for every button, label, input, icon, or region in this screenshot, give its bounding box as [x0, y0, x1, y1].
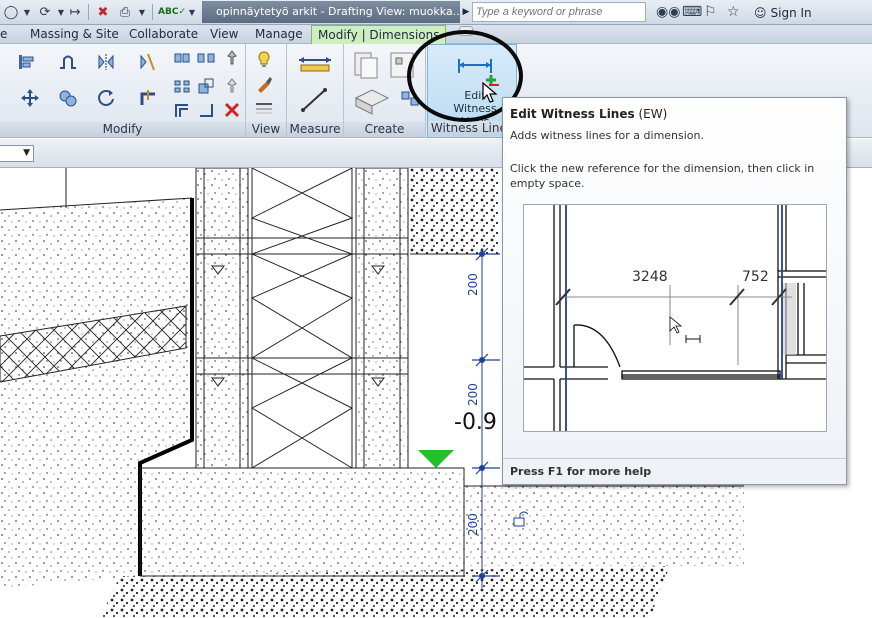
toolbar-separator: [88, 4, 89, 20]
trim-single-icon[interactable]: [196, 100, 216, 120]
edit-witness-lines-icon: [438, 49, 512, 89]
elevation-marker-icon[interactable]: [418, 450, 454, 468]
gravel-fill-top: [410, 168, 500, 254]
type-selector-dropdown[interactable]: ▼: [0, 145, 34, 162]
communication-center-icon[interactable]: ⚐: [704, 3, 717, 21]
view-panel-label: View: [246, 122, 286, 137]
mirror-draw-axis-icon[interactable]: [138, 52, 158, 72]
split-element-icon[interactable]: [172, 48, 192, 68]
trim-extend-icon[interactable]: [138, 88, 158, 108]
preview-dimension-label: 752: [742, 269, 769, 285]
tooltip-divider: [503, 458, 846, 459]
create-panel: Create: [344, 44, 426, 138]
document-title: opinnäytetyö arkit - Drafting View: muok…: [202, 1, 460, 23]
redo-dropdown-icon[interactable]: ▼: [56, 3, 66, 21]
create-parts-icon[interactable]: [352, 84, 392, 116]
tooltip-preview-image: 3248 752: [523, 204, 827, 432]
align-icon[interactable]: [16, 52, 36, 72]
tab-collaborate[interactable]: Collaborate: [129, 25, 198, 44]
undo-dropdown-icon[interactable]: ▼: [22, 3, 32, 21]
modify-panel-label: Modify: [0, 122, 245, 137]
modify-panel: Modify: [0, 44, 246, 138]
ribbon-tab-bar: e Massing & Site Collaborate View Manage…: [0, 25, 872, 45]
tooltip-shortcut: (EW): [638, 107, 668, 121]
tooltip-title: Edit Witness Lines (EW): [510, 107, 667, 121]
create-assembly-icon[interactable]: [400, 88, 420, 108]
preview-drawing: [524, 205, 826, 431]
toolbar-separator: [152, 4, 153, 20]
tooltip-hint: Click the new reference for the dimensio…: [510, 162, 815, 190]
print-dropdown-icon[interactable]: ▼: [137, 3, 147, 21]
sign-in-label: Sign In: [770, 6, 812, 20]
user-icon: ☺: [754, 6, 767, 20]
dimension-text[interactable]: 200: [466, 513, 480, 536]
undo-icon[interactable]: ◯: [2, 3, 20, 21]
edit-witness-lines-button[interactable]: Edit Witness Lines: [438, 49, 512, 128]
paint-brush-icon[interactable]: [254, 74, 274, 94]
preview-dimension-label: 3248: [632, 269, 668, 285]
customize-quick-access-icon[interactable]: ▼: [187, 3, 197, 21]
favorites-star-icon[interactable]: ☆: [727, 3, 740, 21]
preview-cursor-icon: [669, 316, 683, 334]
array-icon[interactable]: [172, 76, 192, 96]
create-panel-label: Create: [344, 122, 425, 137]
sign-in-button[interactable]: ☺ Sign In: [754, 4, 812, 22]
delete-icon[interactable]: [222, 100, 242, 120]
title-overflow-arrow-icon[interactable]: ▶: [461, 4, 471, 20]
measure-panel-label: Measure: [287, 122, 343, 137]
rotate-icon[interactable]: [96, 88, 116, 108]
mouse-cursor-icon: [482, 82, 498, 104]
revit-window: ◯ ▼ ⟳ ▼ ↦ ✖ ⎙ ▼ ABC✓ ▼ opinnäytetyö arki…: [0, 0, 872, 618]
create-group-icon[interactable]: [388, 50, 416, 80]
scale-icon[interactable]: [196, 76, 216, 96]
split-with-gap-icon[interactable]: [196, 48, 216, 68]
slab-fill: [464, 486, 744, 566]
title-bar: ◯ ▼ ⟳ ▼ ↦ ✖ ⎙ ▼ ABC✓ ▼ opinnäytetyö arki…: [0, 0, 872, 25]
move-icon[interactable]: [20, 88, 40, 108]
tab-manage[interactable]: Manage: [255, 25, 303, 44]
pin-icon[interactable]: [222, 48, 242, 68]
tab-annotate[interactable]: e: [0, 25, 7, 44]
mirror-pick-axis-icon[interactable]: [96, 52, 116, 72]
binoculars-search-icon[interactable]: ◉◉: [656, 3, 680, 21]
subscription-center-icon[interactable]: ⌨: [682, 3, 702, 21]
close-inactive-views-icon[interactable]: ✖: [94, 3, 112, 21]
dimension-text[interactable]: 200: [466, 383, 480, 406]
dimension-text[interactable]: 200: [466, 273, 480, 296]
edit-witness-lines-label-1: Edit: [464, 89, 486, 102]
offset-icon[interactable]: [58, 52, 78, 72]
measure-between-references-icon[interactable]: [297, 54, 333, 74]
aligned-dimension-icon[interactable]: [299, 86, 329, 114]
tab-massing-site[interactable]: Massing & Site: [30, 25, 119, 44]
concrete-footing: [139, 467, 465, 577]
create-similar-icon[interactable]: [352, 50, 380, 80]
linework-icon[interactable]: [254, 98, 274, 118]
spelling-check-icon[interactable]: ABC✓: [158, 3, 186, 21]
trim-multiple-icon[interactable]: [172, 100, 192, 120]
tooltip-description: Adds witness lines for a dimension.: [510, 129, 705, 142]
truss-web: [250, 168, 354, 469]
tooltip-help-text: Press F1 for more help: [510, 465, 652, 478]
copy-icon[interactable]: [58, 88, 78, 108]
override-graphics-icon[interactable]: [254, 50, 274, 70]
elevation-text: -0.9: [454, 410, 497, 435]
tab-modify-dimensions[interactable]: Modify | Dimensions: [311, 25, 447, 45]
redo-icon[interactable]: ⟳: [36, 3, 54, 21]
measure-panel: Measure: [287, 44, 344, 138]
unpin-icon[interactable]: [222, 76, 242, 96]
tooltip-title-text: Edit Witness Lines: [510, 107, 635, 121]
tab-view[interactable]: View: [210, 25, 238, 44]
chevron-down-icon: ▼: [23, 148, 30, 158]
help-search-input[interactable]: [472, 2, 646, 22]
edit-witness-lines-tooltip: Edit Witness Lines (EW) Adds witness lin…: [502, 97, 847, 485]
measure-icon[interactable]: ↦: [66, 3, 84, 21]
print-icon[interactable]: ⎙: [114, 3, 136, 21]
minimize-ribbon-icon[interactable]: [459, 26, 473, 36]
view-panel: View: [246, 44, 287, 138]
